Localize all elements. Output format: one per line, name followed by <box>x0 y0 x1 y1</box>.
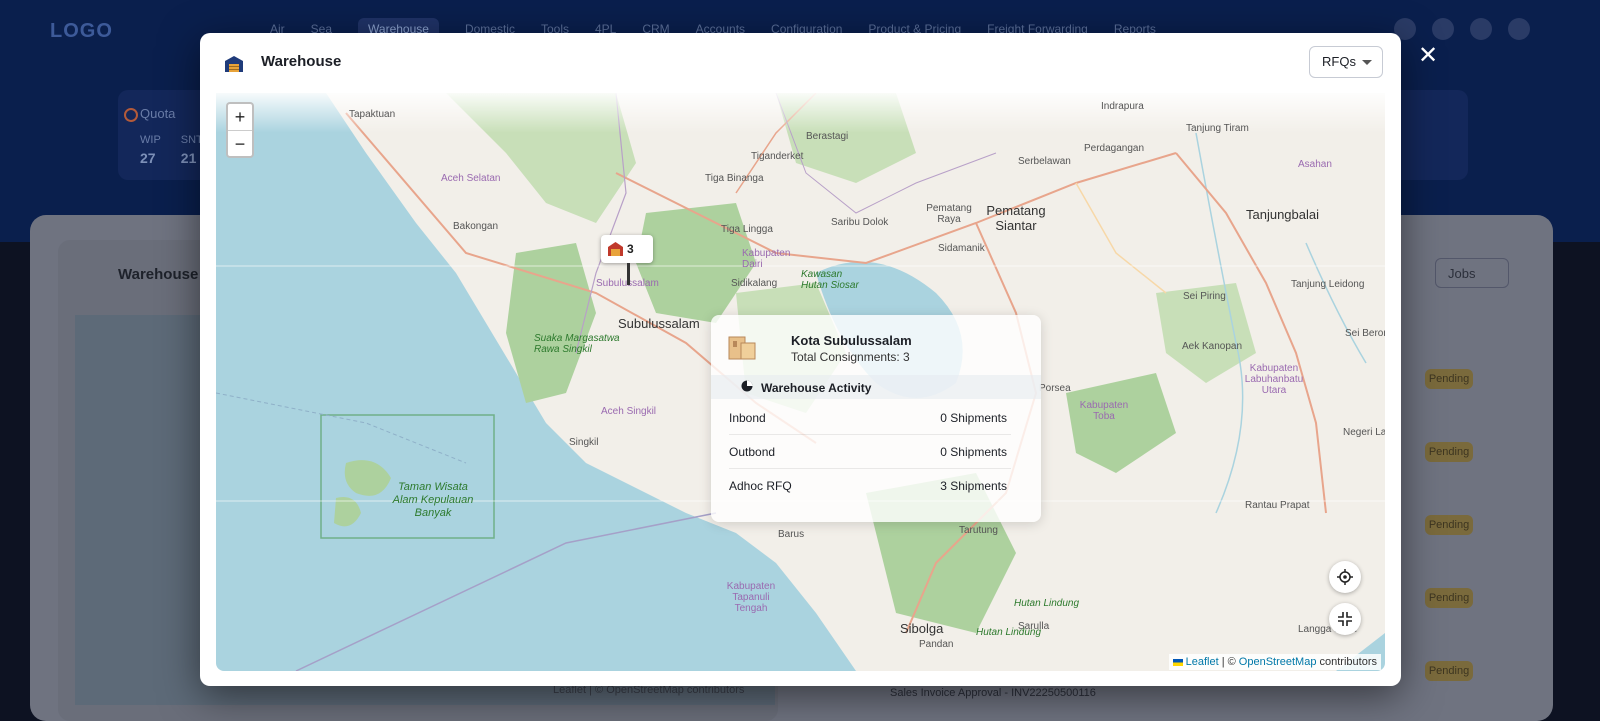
row-label: Outbond <box>729 444 776 459</box>
quota-stat: WIP 27 <box>140 134 161 166</box>
map-label: Subulussalam <box>618 316 700 331</box>
map-label: Sibolga <box>900 621 944 636</box>
row-value: 0 Shipments <box>940 444 1007 459</box>
map-label: Aek Kanopan <box>1182 341 1243 352</box>
attribution-sep: | © <box>1221 656 1236 668</box>
attribution-tail: contributors <box>1319 656 1377 668</box>
row-value: 3 Shipments <box>940 478 1007 493</box>
zoom-out-button[interactable]: − <box>228 131 252 157</box>
map-label: Taman Wisata Alam Kepulauan Banyak <box>392 481 474 519</box>
warehouse-icon <box>608 242 623 256</box>
status-badge: Pending <box>1425 588 1473 608</box>
gear-icon[interactable] <box>1508 18 1530 40</box>
map-label: Bakongan <box>453 221 499 232</box>
row-label: Adhoc RFQ <box>729 478 792 493</box>
popup-subtitle: Total Consignments: 3 <box>791 350 910 364</box>
map-label: Perdagangan <box>1084 143 1145 154</box>
chevron-down-icon <box>1362 60 1372 65</box>
approval-item: Sales Invoice Approval - INV22250500116 <box>890 687 1096 699</box>
map-label: Sidikalang <box>731 278 778 289</box>
close-button[interactable]: ✕ <box>1410 38 1446 74</box>
map-label: Pematang Siantar <box>986 203 1046 233</box>
map-label: Kabupaten Toba <box>1079 400 1129 422</box>
map-label: Sei Beron <box>1345 328 1385 339</box>
modal-title: Warehouse <box>261 53 342 70</box>
marker-pin <box>627 263 630 285</box>
top-icons <box>1394 18 1530 40</box>
map-label: Asahan <box>1298 159 1332 170</box>
avatar[interactable] <box>1470 18 1492 40</box>
map-label: Rantau Prapat <box>1245 500 1310 511</box>
warehouse-map[interactable]: Tapaktuan Aceh Selatan Bakongan Subuluss… <box>216 93 1385 671</box>
app-logo: LOGO <box>50 20 113 42</box>
quota-icon <box>124 108 138 122</box>
locate-button[interactable] <box>1329 561 1361 593</box>
map-label: Tapaktuan <box>349 109 396 120</box>
location-popup: Kota Subulussalam Total Consignments: 3 … <box>711 315 1041 522</box>
zoom-control: + − <box>226 102 254 158</box>
map-label: Tiga Lingga <box>721 224 773 235</box>
leaflet-link[interactable]: Leaflet <box>1186 656 1219 668</box>
zoom-in-button[interactable]: + <box>228 104 252 131</box>
map-label: Hutan Lindung <box>976 627 1042 638</box>
row-label: Inbond <box>729 410 766 425</box>
marker-count: 3 <box>627 242 634 256</box>
map-label: Sei Piring <box>1183 291 1226 302</box>
map-label: Indrapura <box>1101 101 1144 112</box>
map-label: Tanjungbalai <box>1246 207 1320 222</box>
status-badge: Pending <box>1425 442 1473 462</box>
map-label: Aceh Selatan <box>441 173 501 184</box>
map-label: Porsea <box>1039 383 1071 394</box>
map-label: Barus <box>778 529 805 540</box>
bell-icon[interactable] <box>1432 18 1454 40</box>
status-badge: Pending <box>1425 661 1473 681</box>
pie-chart-icon <box>741 380 753 392</box>
map-label: Aceh Singkil <box>601 406 657 417</box>
map-label: Hutan Lindung <box>1014 598 1080 609</box>
modal-header: Warehouse RFQs <box>200 33 1401 91</box>
map-label: Kabupaten Tapanuli Tengah <box>726 581 776 614</box>
warehouse-icon <box>225 56 243 72</box>
row-value: 0 Shipments <box>940 410 1007 425</box>
map-label: Tanjung Leidong <box>1291 279 1365 290</box>
ukraine-flag-icon <box>1172 658 1183 666</box>
map-label: Tanjung Tiram <box>1186 123 1249 134</box>
warehouse-marker[interactable]: 3 <box>601 235 653 285</box>
jobs-select[interactable]: Jobs <box>1435 258 1509 288</box>
status-badge: Pending <box>1425 515 1473 535</box>
exit-fullscreen-button[interactable] <box>1329 603 1361 635</box>
map-label: Saribu Dolok <box>831 217 889 228</box>
map-label: Kawasan Hutan Siosar <box>801 269 859 291</box>
map-label: Kabupaten Dairi <box>742 248 791 270</box>
map-label: Kabupaten Labuhanbatu Utara <box>1244 363 1304 396</box>
map-label: Suaka Margasatwa Rawa Singkil <box>534 333 620 355</box>
activity-label: Warehouse Activity <box>761 381 872 395</box>
map-label: Singkil <box>569 437 599 448</box>
map-attribution: Leaflet | © OpenStreetMap contributors <box>1168 654 1381 670</box>
map-label: Negeri Lam <box>1343 427 1385 438</box>
map-label: Tiga Binanga <box>705 173 764 184</box>
status-badge: Pending <box>1425 369 1473 389</box>
activity-table: Inbond 0 Shipments Outbond 0 Shipments A… <box>729 401 1011 502</box>
rfq-type-select[interactable]: RFQs <box>1309 46 1383 78</box>
crosshair-icon <box>1337 569 1353 585</box>
map-label: Pematang Raya <box>926 203 972 225</box>
boxes-icon <box>728 336 756 360</box>
osm-link[interactable]: OpenStreetMap <box>1239 656 1317 668</box>
map-label: Tiganderket <box>751 151 804 162</box>
map-label: Serbelawan <box>1018 156 1071 167</box>
rfq-select-value: RFQs <box>1322 54 1356 69</box>
quota-stats: WIP 27 SNT 21 <box>140 134 203 166</box>
map-label: Tarutung <box>959 525 998 536</box>
warehouse-card-title: Warehouse <box>118 266 199 283</box>
collapse-icon <box>1338 612 1352 626</box>
table-row: Outbond 0 Shipments <box>729 435 1011 469</box>
popup-title: Kota Subulussalam <box>791 333 912 348</box>
quota-title: Quota <box>140 106 176 121</box>
table-row: Inbond 0 Shipments <box>729 401 1011 435</box>
map-label: Berastagi <box>806 131 849 142</box>
map-label: Sidamanik <box>938 243 985 254</box>
table-row: Adhoc RFQ 3 Shipments <box>729 469 1011 502</box>
map-label: Pandan <box>919 639 954 650</box>
